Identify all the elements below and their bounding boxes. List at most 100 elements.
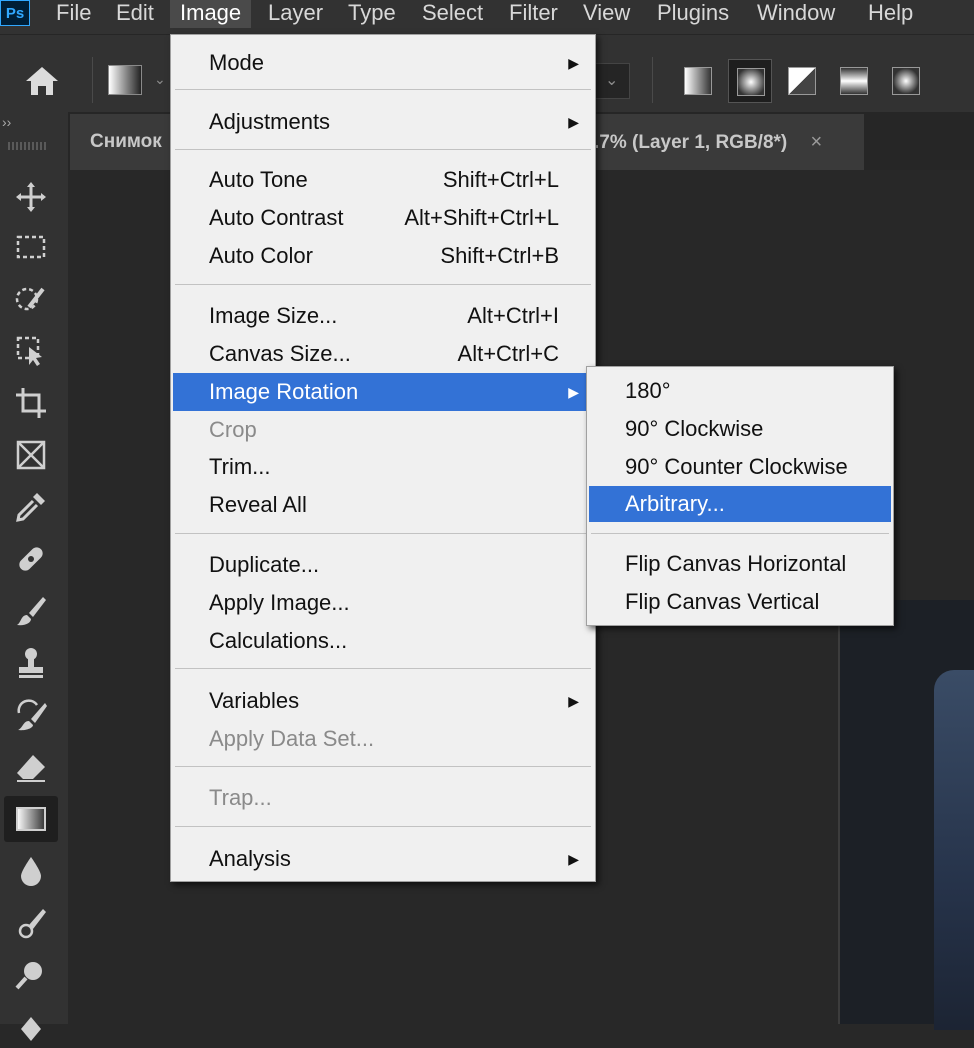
clone-stamp-tool[interactable] (4, 640, 58, 686)
eyedropper-tool[interactable] (4, 484, 58, 530)
menu-item-adjustments[interactable]: Adjustments ▶ (173, 104, 593, 140)
menu-item-label: 90° Counter Clockwise (625, 454, 848, 479)
angle-gradient-icon (788, 67, 816, 95)
blur-tool[interactable] (4, 848, 58, 894)
diamond-gradient-icon (892, 67, 920, 95)
menu-view[interactable]: View (583, 0, 630, 28)
menu-item-shortcut: Shift+Ctrl+B (440, 243, 559, 268)
marquee-tool[interactable] (4, 224, 58, 270)
menu-item-shortcut: Shift+Ctrl+L (442, 167, 559, 192)
menu-type[interactable]: Type (348, 0, 396, 28)
dodge-tool[interactable] (4, 900, 58, 946)
menu-item-rotate-90-ccw[interactable]: 90° Counter Clockwise (589, 449, 891, 485)
zoom-tool[interactable] (4, 952, 58, 998)
pen-icon (21, 1017, 41, 1041)
menu-separator (175, 89, 591, 90)
menu-item-image-size[interactable]: Image Size... Alt+Ctrl+I (173, 298, 593, 334)
brush-tool[interactable] (4, 588, 58, 634)
menu-item-shortcut: Alt+Ctrl+C (457, 341, 559, 366)
frame-icon (16, 440, 46, 470)
menu-item-label: Analysis (209, 846, 291, 871)
menu-item-calculations[interactable]: Calculations... (173, 623, 593, 659)
crop-tool[interactable] (4, 380, 58, 426)
menu-item-reveal-all[interactable]: Reveal All (173, 487, 593, 523)
menu-file[interactable]: File (56, 0, 91, 28)
menu-item-arbitrary[interactable]: Arbitrary... (589, 486, 891, 522)
move-tool[interactable] (4, 174, 58, 220)
move-icon (16, 182, 46, 212)
document-tab-active[interactable]: .7% (Layer 1, RGB/8*) × (594, 114, 864, 170)
menu-item-label: Auto Contrast (209, 205, 344, 230)
reflected-gradient-icon (840, 67, 868, 95)
document-image[interactable] (838, 600, 974, 1030)
history-brush-tool[interactable] (4, 692, 58, 738)
menu-item-label: Canvas Size... (209, 341, 351, 366)
document-tab-label: .7% (Layer 1, RGB/8*) (594, 132, 788, 153)
menu-item-label: Mode (209, 50, 265, 75)
menu-item-label: Image Rotation (209, 379, 359, 404)
gradient-preview[interactable] (108, 65, 142, 95)
radial-gradient-button[interactable] (728, 59, 772, 103)
menu-item-label: 180° (625, 378, 671, 403)
menu-item-shortcut: Alt+Ctrl+I (467, 303, 559, 328)
menu-item-trim[interactable]: Trim... (173, 449, 593, 485)
menu-item-label: Flip Canvas Horizontal (625, 551, 847, 576)
menu-plugins[interactable]: Plugins (657, 0, 729, 28)
healing-brush-tool[interactable] (4, 536, 58, 582)
menu-item-mode[interactable]: Mode ▶ (173, 45, 593, 81)
tools-panel: ›› (0, 112, 69, 1041)
menu-item-crop: Crop (173, 412, 593, 448)
reflected-gradient-button[interactable] (832, 59, 876, 103)
object-selection-tool[interactable] (4, 328, 58, 374)
panel-grip[interactable] (8, 142, 48, 150)
menu-separator (175, 149, 591, 150)
menu-item-label: Variables (209, 688, 300, 713)
chevron-down-icon[interactable]: ⌄ (154, 71, 168, 87)
submenu-arrow-icon: ▶ (568, 114, 579, 130)
menu-image[interactable]: Image (170, 0, 252, 28)
document-tab-label: Снимок (90, 131, 162, 152)
menu-filter[interactable]: Filter (509, 0, 558, 28)
eraser-tool[interactable] (4, 744, 58, 790)
menu-edit[interactable]: Edit (116, 0, 154, 28)
radial-gradient-icon (737, 68, 765, 96)
angle-gradient-button[interactable] (780, 59, 824, 103)
submenu-arrow-icon: ▶ (568, 693, 579, 709)
gradient-tool[interactable] (4, 796, 58, 842)
quick-selection-tool[interactable] (4, 276, 58, 322)
menu-item-auto-contrast[interactable]: Auto Contrast Alt+Shift+Ctrl+L (173, 200, 593, 236)
menu-item-rotate-90-cw[interactable]: 90° Clockwise (589, 411, 891, 447)
menu-item-apply-data-set: Apply Data Set... (173, 721, 593, 757)
menu-help[interactable]: Help (868, 0, 913, 28)
menu-item-analysis[interactable]: Analysis ▶ (173, 841, 593, 877)
crop-icon (16, 388, 46, 418)
menu-item-flip-horizontal[interactable]: Flip Canvas Horizontal (589, 546, 891, 582)
menu-item-apply-image[interactable]: Apply Image... (173, 585, 593, 621)
menu-window[interactable]: Window (757, 0, 835, 28)
menu-separator (175, 533, 591, 534)
menu-item-label: Reveal All (209, 492, 307, 517)
submenu-arrow-icon: ▶ (568, 384, 579, 400)
diamond-gradient-button[interactable] (884, 59, 928, 103)
menu-select[interactable]: Select (422, 0, 483, 28)
mode-dropdown[interactable]: ⌄ (594, 63, 630, 99)
close-icon[interactable]: × (811, 131, 823, 153)
menu-item-auto-tone[interactable]: Auto Tone Shift+Ctrl+L (173, 162, 593, 198)
menu-item-image-rotation[interactable]: Image Rotation ▶ (173, 373, 593, 411)
home-icon[interactable] (22, 63, 62, 99)
history-brush-icon (17, 699, 47, 731)
panel-collapse-icon[interactable]: ›› (2, 114, 11, 130)
menu-item-flip-vertical[interactable]: Flip Canvas Vertical (589, 584, 891, 620)
linear-gradient-button[interactable] (676, 59, 720, 103)
menu-item-variables[interactable]: Variables ▶ (173, 683, 593, 719)
menu-item-canvas-size[interactable]: Canvas Size... Alt+Ctrl+C (173, 336, 593, 372)
menu-bar: Ps File Edit Image Layer Type Select Fil… (0, 0, 974, 34)
frame-tool[interactable] (4, 432, 58, 478)
linear-gradient-icon (684, 67, 712, 95)
pen-tool[interactable] (4, 1002, 58, 1048)
menu-item-auto-color[interactable]: Auto Color Shift+Ctrl+B (173, 238, 593, 274)
menu-item-label: Adjustments (209, 109, 331, 134)
menu-layer[interactable]: Layer (268, 0, 323, 28)
menu-item-rotate-180[interactable]: 180° (589, 373, 891, 409)
menu-item-duplicate[interactable]: Duplicate... (173, 547, 593, 583)
